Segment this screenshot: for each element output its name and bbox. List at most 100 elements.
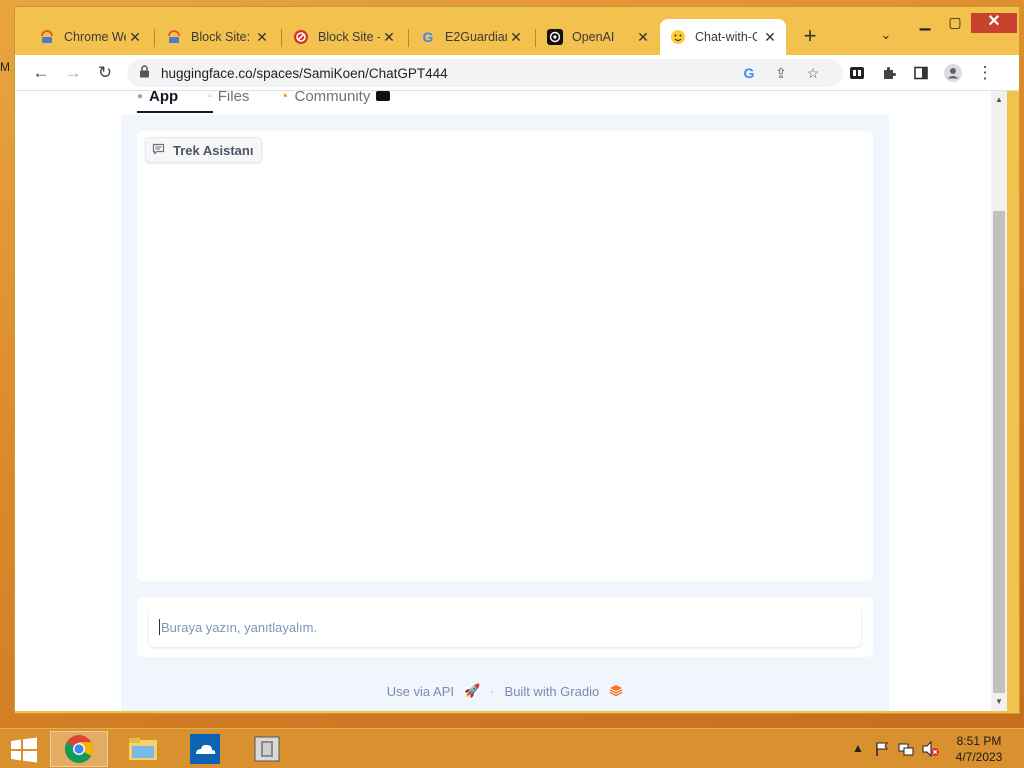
close-window-icon[interactable]: ✕ <box>971 13 1017 33</box>
tab-divider <box>154 29 155 47</box>
chatbot-label: Trek Asistanı <box>145 137 263 163</box>
text-caret <box>159 619 160 635</box>
tab-label: Chat-with-C <box>695 30 757 44</box>
tab-label: OpenAI <box>572 30 615 44</box>
scrollbar-thumb[interactable] <box>993 211 1005 693</box>
close-tab-icon[interactable]: ✕ <box>635 29 651 45</box>
new-tab-icon[interactable]: + <box>799 25 821 47</box>
profile-avatar-icon[interactable] <box>941 61 965 85</box>
hugging-face-icon <box>670 29 686 45</box>
tab-e2guardian[interactable]: G E2Guardian ✕ <box>410 19 532 55</box>
built-with-gradio-link[interactable]: Built with Gradio <box>505 684 600 699</box>
share-icon[interactable]: ⇪ <box>771 63 791 83</box>
tab-label: Block Site - <box>318 30 380 44</box>
window-right-border <box>1007 91 1019 711</box>
tab-files-label: Files <box>217 91 250 105</box>
puzzle-icon[interactable] <box>877 61 901 85</box>
chrome-web-store-icon <box>39 29 55 45</box>
scroll-down-icon[interactable]: ▼ <box>991 695 1007 709</box>
address-bar[interactable]: huggingface.co/spaces/SamiKoen/ChatGPT44… <box>127 59 843 87</box>
community-badge <box>376 91 391 101</box>
action-center-flag-icon[interactable] <box>874 741 890 760</box>
show-hidden-icons[interactable]: ▲ <box>852 741 864 755</box>
tab-app-label: App <box>149 91 179 105</box>
tab-label: Chrome We <box>64 30 126 44</box>
tab-chat-with-c[interactable]: Chat-with-C ✕ <box>660 19 786 55</box>
taskbar-onedrive[interactable] <box>176 731 234 767</box>
onedrive-icon <box>190 734 220 764</box>
tab-block-site-s[interactable]: Block Site: S ✕ <box>156 19 278 55</box>
page-viewport: ● App ▫ Files ◔ Community Trek Asistanı <box>15 91 991 711</box>
tab-community[interactable]: ◔ Community <box>279 91 391 105</box>
tab-community-label: Community <box>294 91 371 105</box>
tab-divider <box>281 29 282 47</box>
star-icon[interactable]: ☆ <box>803 63 823 83</box>
minimize-icon[interactable]: ▁ <box>911 13 939 33</box>
openai-icon <box>547 29 563 45</box>
files-icon: ▫ <box>208 91 212 102</box>
extension-icon[interactable] <box>845 61 869 85</box>
tab-block-site[interactable]: Block Site - ✕ <box>283 19 405 55</box>
taskbar-chrome[interactable] <box>50 731 108 767</box>
tab-app[interactable]: ● App <box>137 91 178 105</box>
google-translate-icon[interactable]: G <box>739 63 759 83</box>
back-arrow-icon[interactable]: ← <box>29 61 53 85</box>
footer-separator: · <box>490 683 495 699</box>
network-icon[interactable] <box>898 741 914 760</box>
clock-date: 4/7/2023 <box>955 750 1003 764</box>
windows-start-icon[interactable] <box>10 737 38 763</box>
chat-bubble-icon <box>152 143 165 158</box>
close-tab-icon[interactable]: ✕ <box>508 29 524 45</box>
system-clock[interactable]: 8:51 PM 4/7/2023 <box>948 733 1010 765</box>
clock-time: 8:51 PM <box>956 734 1002 748</box>
tab-chrome-web-store[interactable]: Chrome We ✕ <box>29 19 151 55</box>
forward-arrow-icon[interactable]: → <box>61 61 85 85</box>
close-tab-icon[interactable]: ✕ <box>254 29 270 45</box>
app-icon: ● <box>137 91 144 102</box>
block-site-icon <box>166 29 182 45</box>
message-input[interactable]: Buraya yazın, yanıtlayalım. <box>149 607 861 647</box>
chrome-icon <box>65 735 93 763</box>
tab-openai[interactable]: OpenAI ✕ <box>537 19 659 55</box>
volume-muted-icon[interactable] <box>922 740 940 760</box>
window-app-icon <box>254 736 280 762</box>
close-tab-icon[interactable]: ✕ <box>762 29 778 45</box>
close-tab-icon[interactable]: ✕ <box>127 29 143 45</box>
browser-window: Chrome We ✕ Block Site: S ✕ Block Site -… <box>14 6 1020 714</box>
space-tabs: ● App ▫ Files ◔ Community <box>137 91 391 111</box>
maximize-icon[interactable]: ▢ <box>941 13 969 33</box>
tab-label: E2Guardian <box>445 30 507 44</box>
folder-icon <box>129 738 157 760</box>
tab-divider <box>535 29 536 47</box>
reload-icon[interactable]: ↻ <box>93 61 117 85</box>
side-panel-icon[interactable] <box>909 61 933 85</box>
community-icon: ◔ <box>279 91 289 105</box>
use-via-api-link[interactable]: Use via API <box>387 684 454 699</box>
page-footer: Use via API 🚀 · Built with Gradio <box>121 681 889 701</box>
tab-files[interactable]: ▫ Files <box>208 91 249 105</box>
shield-icon <box>293 29 309 45</box>
tab-strip: Chrome We ✕ Block Site: S ✕ Block Site -… <box>15 7 1019 55</box>
gradio-logo-icon <box>609 684 623 699</box>
input-panel: Buraya yazın, yanıtlayalım. <box>137 597 873 657</box>
tab-label: Block Site: S <box>191 30 253 44</box>
taskbar-app[interactable] <box>238 731 296 767</box>
desktop-edge-text: M <box>0 60 10 74</box>
chatbot-label-text: Trek Asistanı <box>173 142 254 158</box>
scroll-up-icon[interactable]: ▲ <box>991 93 1007 107</box>
lock-icon <box>139 65 151 81</box>
google-icon: G <box>422 29 434 45</box>
tab-divider <box>408 29 409 47</box>
url-text: huggingface.co/spaces/SamiKoen/ChatGPT44… <box>161 65 448 81</box>
close-tab-icon[interactable]: ✕ <box>381 29 397 45</box>
taskbar-file-explorer[interactable] <box>114 731 172 767</box>
active-tab-underline <box>137 111 213 113</box>
message-input-placeholder: Buraya yazın, yanıtlayalım. <box>161 619 318 635</box>
browser-toolbar: ← → ↻ huggingface.co/spaces/SamiKoen/Cha… <box>15 55 1019 91</box>
page-scrollbar[interactable]: ▲ ▼ <box>991 91 1007 711</box>
chatbot-panel: Trek Asistanı <box>137 131 873 581</box>
chevron-down-icon[interactable]: ⌄ <box>877 27 895 45</box>
taskbar: ▲ 8:51 PM 4/7/2023 <box>0 728 1024 768</box>
more-menu-icon[interactable]: ⋮ <box>973 61 997 85</box>
rocket-icon: 🚀 <box>464 683 481 698</box>
